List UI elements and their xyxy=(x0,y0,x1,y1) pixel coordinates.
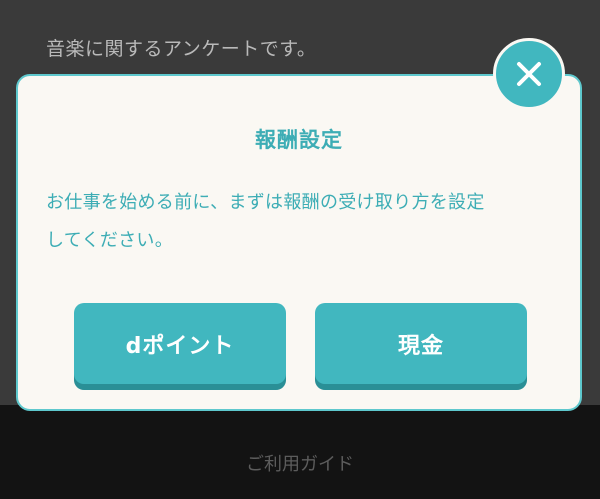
dpoint-button[interactable]: dポイント xyxy=(74,303,286,384)
cash-button[interactable]: 現金 xyxy=(315,303,527,384)
modal-message: お仕事を始める前に、まずは報酬の受け取り方を設定 してください。 xyxy=(46,184,556,260)
close-icon xyxy=(517,62,541,86)
modal-title: 報酬設定 xyxy=(255,128,343,152)
close-button[interactable] xyxy=(493,38,565,110)
modal-message-line-2: してください。 xyxy=(46,230,174,251)
reward-settings-modal: 報酬設定 お仕事を始める前に、まずは報酬の受け取り方を設定 してください。 dポ… xyxy=(16,74,582,411)
survey-description: 音楽に関するアンケートです。 xyxy=(46,38,317,60)
modal-message-line-1: お仕事を始める前に、まずは報酬の受け取り方を設定 xyxy=(46,192,485,213)
guide-link[interactable]: ご利用ガイド xyxy=(0,450,600,476)
